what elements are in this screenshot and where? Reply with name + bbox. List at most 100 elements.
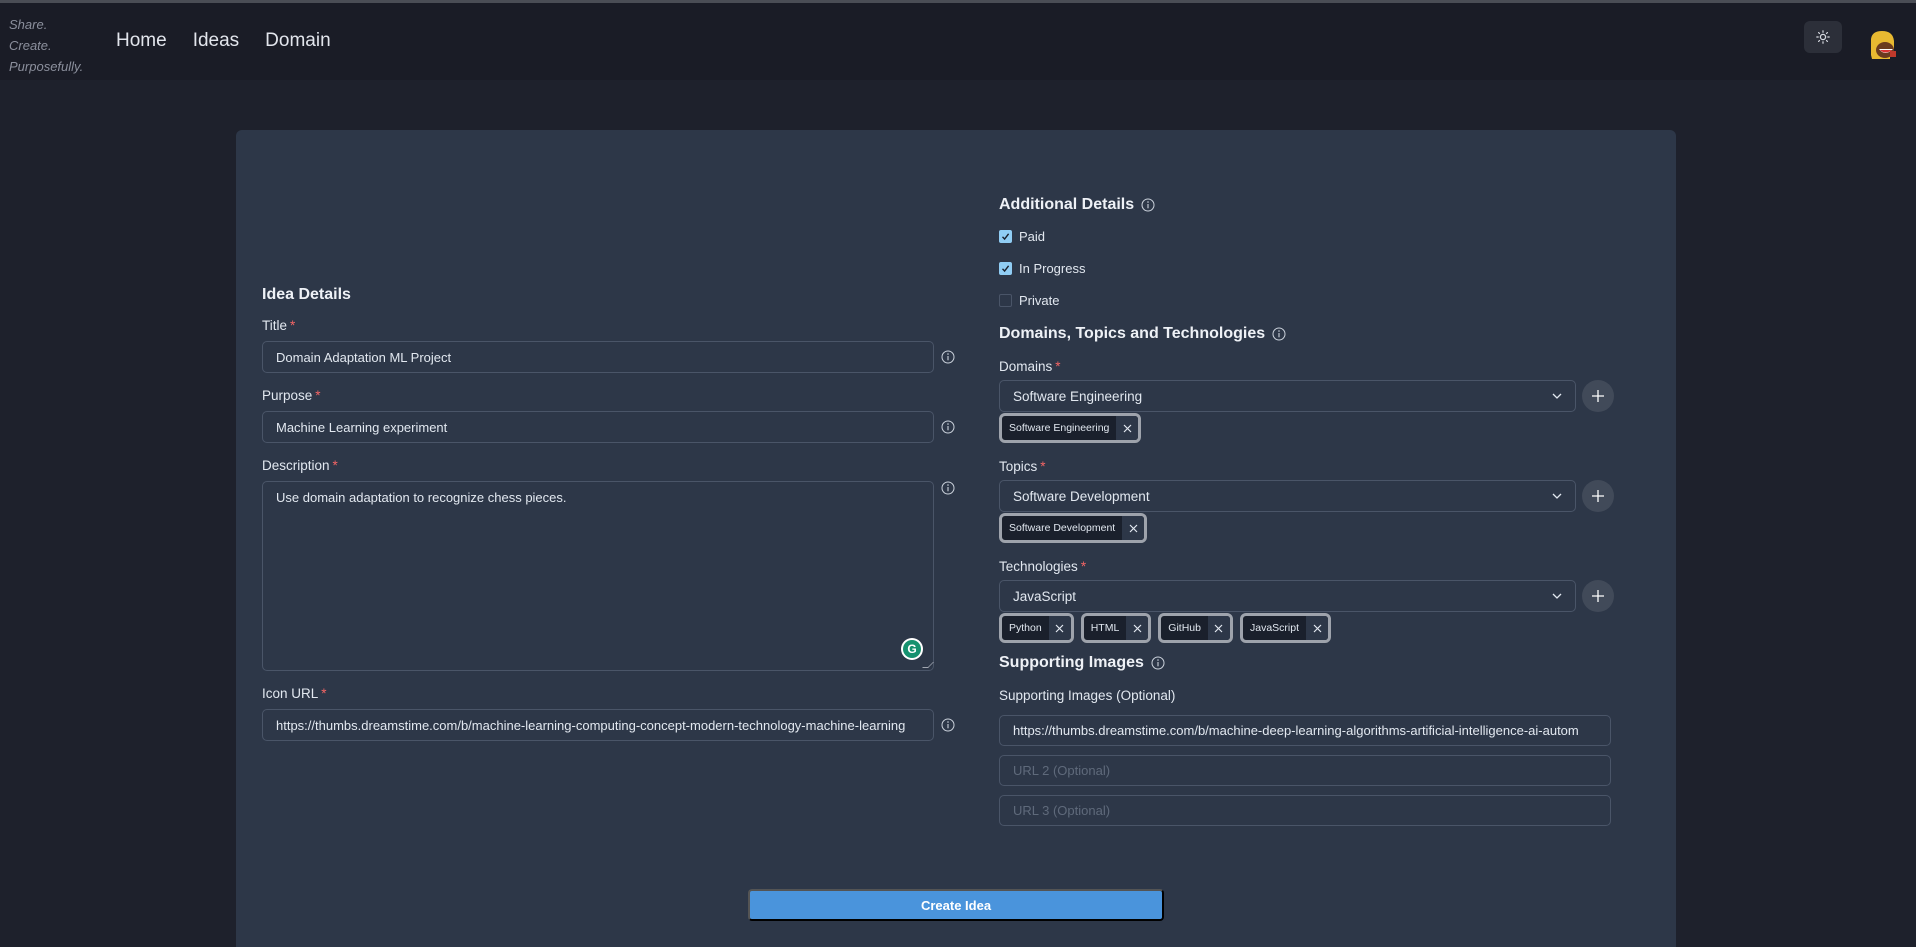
close-icon xyxy=(1055,624,1064,632)
private-checkbox-row[interactable]: Private xyxy=(999,284,1649,316)
tag-label: Software Development xyxy=(1009,522,1116,534)
checkmark-icon xyxy=(1001,264,1010,272)
tag-chip: Software Development xyxy=(999,513,1148,543)
domains-selected-value: Software Engineering xyxy=(1013,388,1143,404)
sun-icon xyxy=(1816,30,1830,44)
remove-tag-button[interactable] xyxy=(1126,616,1149,640)
add-domain-button[interactable] xyxy=(1582,380,1614,412)
remove-tag-button[interactable] xyxy=(1306,616,1329,640)
grammarly-button[interactable]: G xyxy=(901,638,923,660)
required-mark: * xyxy=(1055,359,1061,374)
icon-url-label-text: Icon URL xyxy=(262,686,319,701)
dtt-title: Domains, Topics and Technologies xyxy=(999,325,1266,342)
tagline-line: Share. xyxy=(9,17,48,32)
brand-tagline: Share. Create. Purposefully. xyxy=(9,14,83,77)
tag-label: GitHub xyxy=(1168,622,1201,634)
in-progress-label: In Progress xyxy=(1019,260,1086,276)
navbar: Share. Create. Purposefully. Home Ideas … xyxy=(0,3,1916,80)
remove-tag-button[interactable] xyxy=(1207,616,1230,640)
chevron-down-icon xyxy=(1552,393,1562,399)
supporting-image-url-2[interactable]: URL 2 (Optional) xyxy=(999,755,1611,786)
close-icon xyxy=(1133,624,1142,632)
private-label: Private xyxy=(1019,292,1060,308)
tag-label: Software Engineering xyxy=(1009,422,1110,434)
plus-icon xyxy=(1592,390,1604,402)
supporting-images-title: Supporting Images xyxy=(999,654,1144,671)
additional-details-title: Additional Details xyxy=(999,196,1135,213)
purpose-label: Purpose * xyxy=(262,388,972,403)
topics-label: Topics * xyxy=(999,459,1649,474)
close-icon xyxy=(1215,624,1223,632)
resize-handle[interactable] xyxy=(922,662,934,668)
avatar-emoji-icon xyxy=(1871,31,1896,59)
plus-icon xyxy=(1592,590,1604,602)
domains-label: Domains * xyxy=(999,359,1649,374)
info-icon[interactable] xyxy=(941,481,955,495)
purpose-input[interactable]: Machine Learning experiment xyxy=(262,411,934,443)
info-icon[interactable] xyxy=(941,718,955,732)
description-label: Description * xyxy=(262,458,972,473)
plus-icon xyxy=(1592,490,1604,502)
required-mark: * xyxy=(290,318,296,333)
paid-checkbox-row[interactable]: Paid xyxy=(999,220,1649,252)
dtt-heading: Domains, Topics and Technologies xyxy=(999,325,1649,343)
tag-label: HTML xyxy=(1090,622,1120,634)
title-label: Title * xyxy=(262,318,972,333)
technology-tags: Python HTML GitHub JavaScript xyxy=(999,613,1649,643)
main-nav: Home Ideas Domain xyxy=(116,30,357,52)
domain-tags: Software Engineering xyxy=(999,413,1649,443)
grammarly-icon: G xyxy=(903,640,921,658)
tag-chip: Software Engineering xyxy=(999,413,1142,443)
idea-details-section: Idea Details Title * Domain Adaptation ML… xyxy=(262,286,972,741)
remove-tag-button[interactable] xyxy=(1116,416,1139,440)
supporting-image-url-3[interactable]: URL 3 (Optional) xyxy=(999,795,1611,826)
add-technology-button[interactable] xyxy=(1582,580,1614,612)
technologies-selected-value: JavaScript xyxy=(1013,588,1077,604)
user-avatar[interactable] xyxy=(1868,29,1898,62)
add-topic-button[interactable] xyxy=(1582,480,1614,512)
topic-tags: Software Development xyxy=(999,513,1649,543)
create-idea-button[interactable]: Create Idea xyxy=(748,889,1164,921)
title-input[interactable]: Domain Adaptation ML Project xyxy=(262,341,934,373)
additional-details-heading: Additional Details xyxy=(999,196,1649,214)
technologies-select[interactable]: JavaScript xyxy=(999,580,1576,612)
topics-label-text: Topics xyxy=(999,459,1038,474)
remove-tag-button[interactable] xyxy=(1122,516,1145,540)
close-icon xyxy=(1123,424,1132,432)
info-icon[interactable] xyxy=(1141,198,1155,212)
right-column: Additional Details Paid In Progress Priv… xyxy=(999,196,1649,835)
domains-select[interactable]: Software Engineering xyxy=(999,380,1576,412)
supporting-images-label: Supporting Images (Optional) xyxy=(999,688,1176,703)
private-checkbox[interactable] xyxy=(999,293,1012,307)
tag-label: Python xyxy=(1009,622,1042,634)
tag-chip: HTML xyxy=(1080,613,1152,643)
icon-url-input[interactable]: https://thumbs.dreamstime.com/b/machine-… xyxy=(262,709,934,741)
tag-chip: Python xyxy=(999,613,1074,643)
info-icon[interactable] xyxy=(941,350,955,364)
required-mark: * xyxy=(321,686,327,701)
idea-details-heading: Idea Details xyxy=(262,286,351,303)
remove-tag-button[interactable] xyxy=(1048,616,1071,640)
title-label-text: Title xyxy=(262,318,288,333)
supporting-image-url-1[interactable]: https://thumbs.dreamstime.com/b/machine-… xyxy=(999,715,1611,746)
required-mark: * xyxy=(1080,559,1087,574)
theme-toggle-button[interactable] xyxy=(1804,21,1842,53)
technologies-label: Technologies * xyxy=(999,559,1649,574)
tagline-line: Purposefully. xyxy=(9,59,84,74)
nav-ideas[interactable]: Ideas xyxy=(193,30,239,52)
description-textarea[interactable]: Use domain adaptation to recognize chess… xyxy=(262,481,934,671)
nav-domain[interactable]: Domain xyxy=(265,30,330,52)
required-mark: * xyxy=(332,458,338,473)
required-mark: * xyxy=(1040,459,1046,474)
info-icon[interactable] xyxy=(1151,656,1165,670)
info-icon[interactable] xyxy=(1272,327,1286,341)
nav-home[interactable]: Home xyxy=(116,30,167,52)
purpose-label-text: Purpose xyxy=(262,388,313,403)
description-label-text: Description xyxy=(262,458,330,473)
info-icon[interactable] xyxy=(941,420,955,434)
tag-chip: JavaScript xyxy=(1239,613,1332,643)
topics-select[interactable]: Software Development xyxy=(999,480,1576,512)
in-progress-checkbox-row[interactable]: In Progress xyxy=(999,252,1649,284)
paid-checkbox[interactable] xyxy=(999,229,1012,243)
in-progress-checkbox[interactable] xyxy=(999,261,1012,275)
